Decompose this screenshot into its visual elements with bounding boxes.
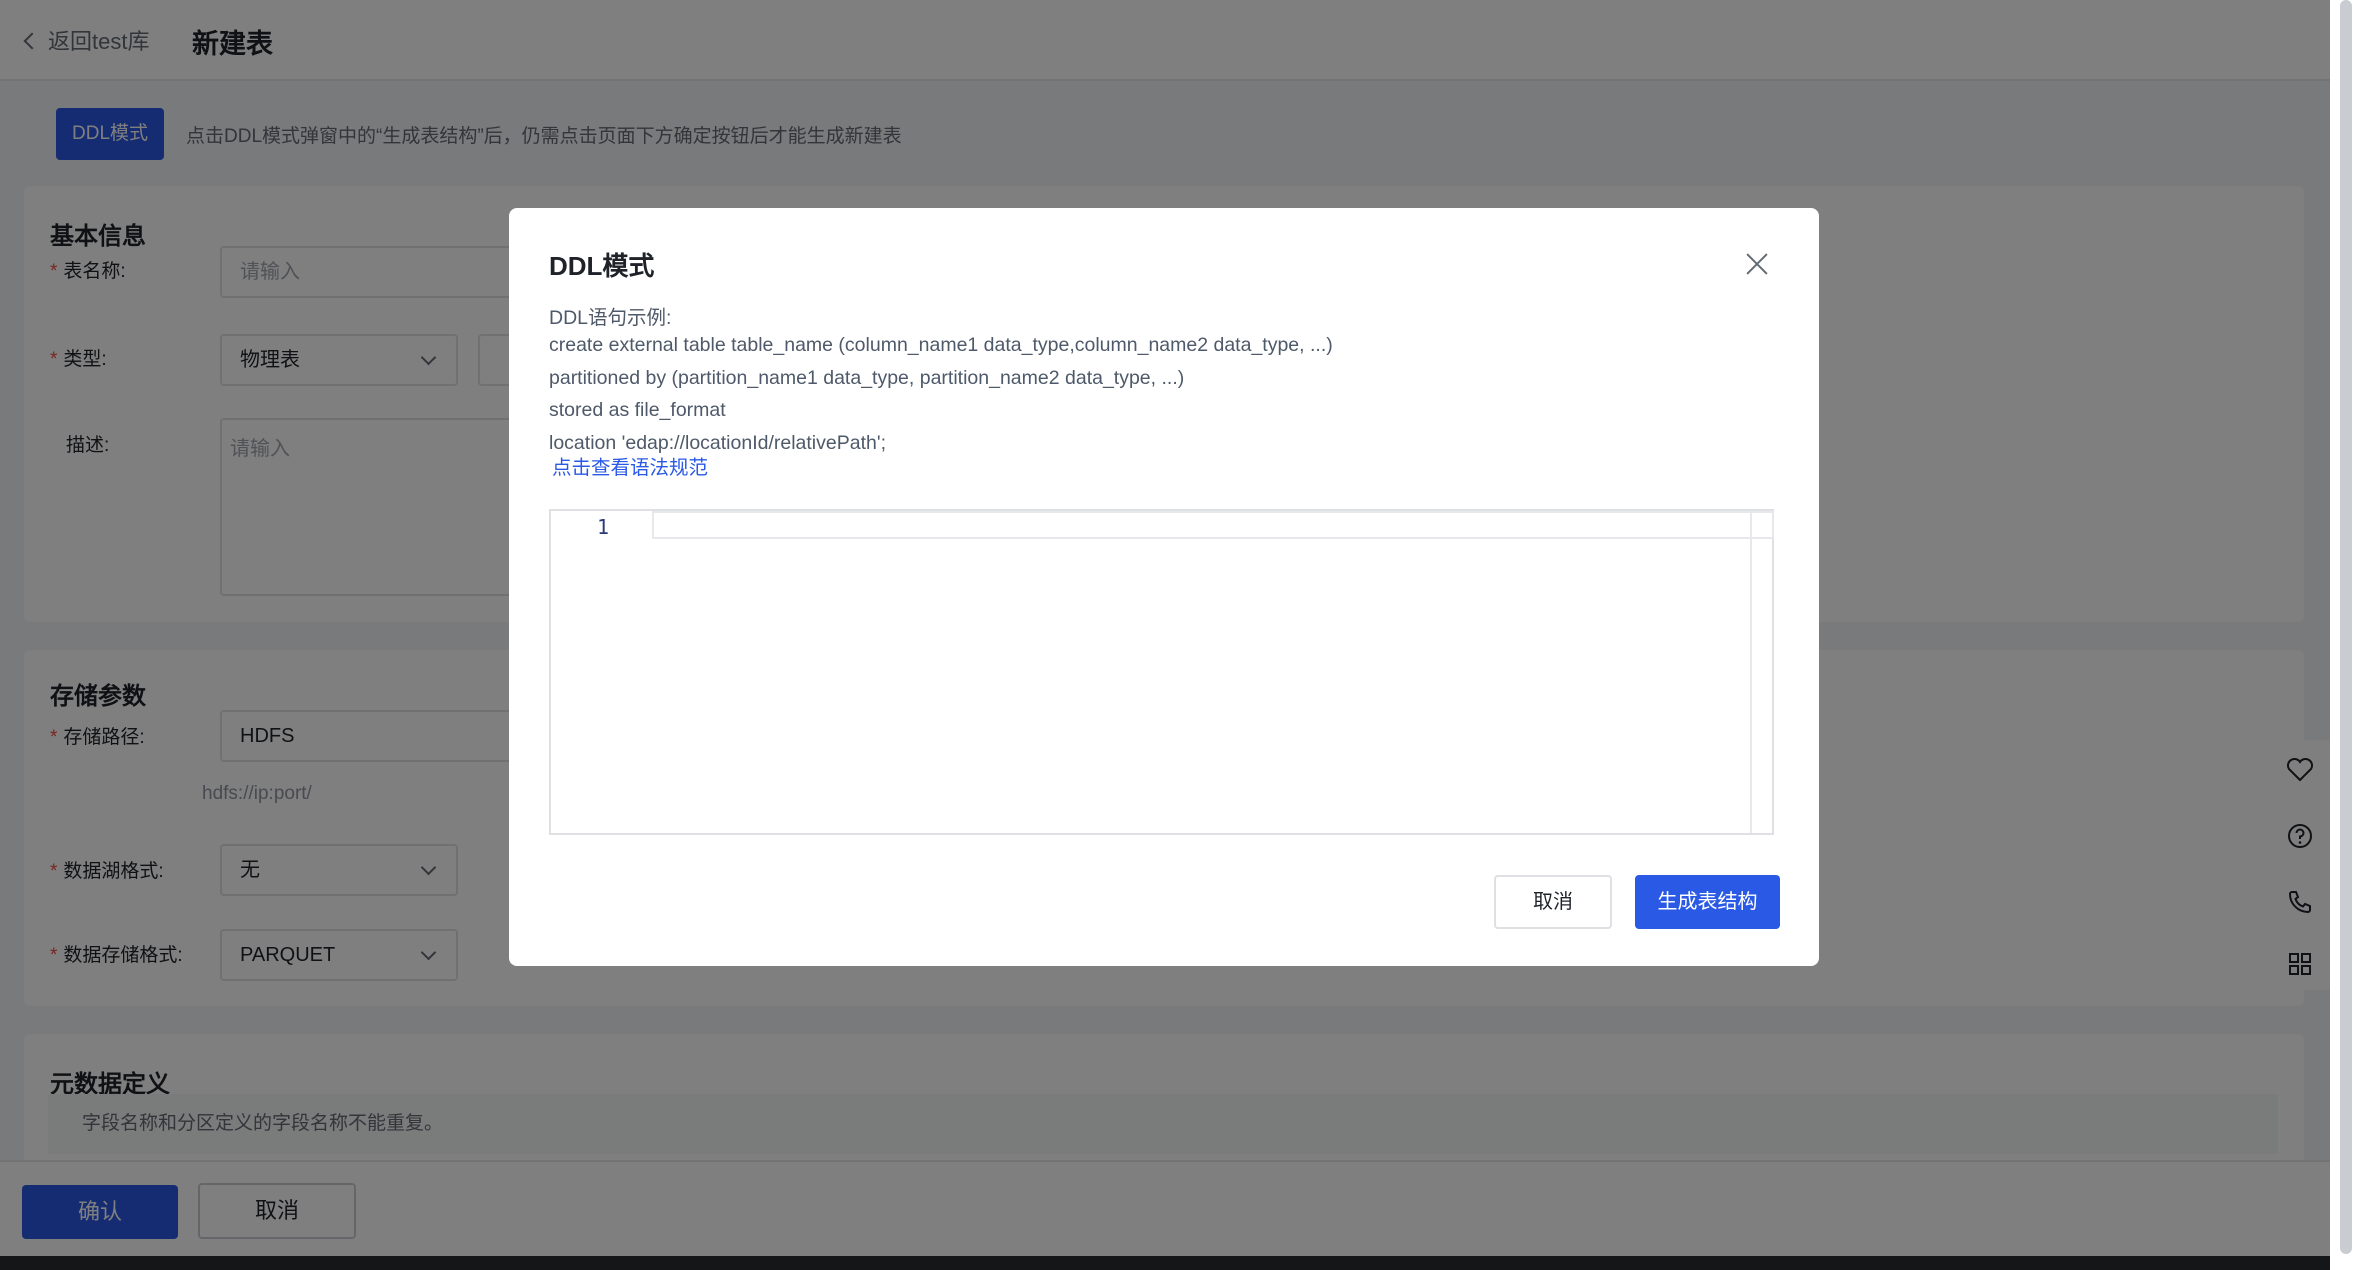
editor-current-line[interactable]	[652, 511, 1774, 539]
modal-title: DDL模式	[549, 251, 655, 281]
editor-scrollbar[interactable]	[1750, 511, 1774, 833]
ddl-code-editor[interactable]: 1	[549, 509, 1774, 835]
ddl-modal: DDL模式 DDL语句示例: create external table tab…	[509, 208, 1819, 966]
example-heading: DDL语句示例:	[549, 307, 672, 329]
generate-structure-button[interactable]: 生成表结构	[1635, 875, 1780, 929]
syntax-link[interactable]: 点击查看语法规范	[552, 451, 708, 480]
example-line: stored as file_format	[549, 399, 726, 421]
page-scrollbar-thumb[interactable]	[2340, 0, 2352, 1254]
close-icon[interactable]	[1745, 252, 1769, 276]
example-line: partitioned by (partition_name1 data_typ…	[549, 367, 1185, 389]
example-line: create external table table_name (column…	[549, 334, 1333, 356]
modal-cancel-button[interactable]: 取消	[1494, 875, 1612, 929]
line-number: 1	[597, 515, 610, 539]
